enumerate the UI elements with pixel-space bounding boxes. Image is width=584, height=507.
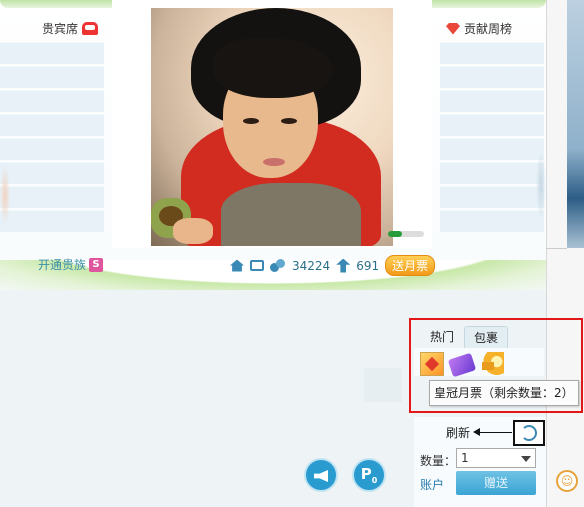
- rank-slot[interactable]: [440, 162, 544, 184]
- vip-seat-slot[interactable]: [0, 186, 104, 208]
- vip-seat-slot[interactable]: [0, 162, 104, 184]
- side-decoration: [0, 165, 10, 225]
- vip-seats-title: 贵宾席: [41, 22, 78, 36]
- sidebar-image: [567, 0, 584, 248]
- highlight-box: [409, 318, 583, 413]
- contribution-rank-list: [440, 42, 544, 234]
- vip-seat-slot[interactable]: [0, 42, 104, 64]
- parking-count: 0: [371, 476, 378, 485]
- vip-seat-slot[interactable]: [0, 90, 104, 112]
- sofa-icon: [82, 22, 98, 35]
- contribution-rank-header: 贡献周榜: [446, 20, 512, 37]
- contribution-rank-title: 贡献周榜: [464, 22, 513, 36]
- vip-seats-panel: 贵宾席: [0, 10, 108, 250]
- ticket-count-icon: [336, 258, 351, 273]
- vip-seats-header: 贵宾席: [42, 20, 98, 37]
- parking-label: P: [360, 465, 372, 483]
- rank-slot[interactable]: [440, 186, 544, 208]
- parking-button[interactable]: P0: [352, 458, 386, 492]
- emoji-icon[interactable]: ☺: [556, 470, 578, 492]
- noble-badge: S: [89, 257, 104, 272]
- contribution-rank-panel: 贡献周榜: [438, 10, 546, 250]
- send-gift-button[interactable]: 赠送: [456, 471, 536, 495]
- fans-icon: [270, 259, 286, 272]
- open-noble-link[interactable]: 开通贵族 S: [38, 256, 104, 273]
- side-decoration: [536, 150, 546, 220]
- vip-seat-slot[interactable]: [0, 210, 104, 232]
- rank-slot[interactable]: [440, 138, 544, 160]
- annotation-arrow: [476, 432, 512, 433]
- quantity-value: 1: [461, 451, 469, 465]
- live-video[interactable]: [151, 8, 393, 246]
- account-link[interactable]: 账户: [420, 476, 444, 493]
- horn-button[interactable]: [304, 458, 338, 492]
- refresh-label: 刷新: [446, 426, 471, 440]
- signal-indicator: [388, 231, 424, 237]
- vip-seat-slot[interactable]: [0, 138, 104, 160]
- refresh-icon: [521, 425, 537, 441]
- room-info-bar: 34224 691 送月票: [230, 255, 436, 276]
- chevron-down-icon: [521, 456, 531, 462]
- home-icon[interactable]: [230, 259, 244, 272]
- rank-slot[interactable]: [440, 114, 544, 136]
- quantity-select[interactable]: 1: [456, 448, 536, 468]
- horn-icon: [314, 470, 328, 482]
- rank-slot[interactable]: [440, 210, 544, 232]
- rank-slot[interactable]: [440, 42, 544, 64]
- open-noble-label: 开通贵族: [38, 258, 87, 272]
- picture-icon[interactable]: [250, 260, 264, 271]
- refresh-button[interactable]: [513, 420, 545, 446]
- annotation-arrow-head: [473, 428, 480, 436]
- vip-seat-slot[interactable]: [0, 114, 104, 136]
- fans-count: 34224: [292, 258, 331, 273]
- rank-slot[interactable]: [440, 90, 544, 112]
- video-area: [112, 0, 432, 248]
- quantity-label: 数量：: [420, 454, 457, 468]
- ticket-count: 691: [356, 258, 380, 273]
- rank-slot[interactable]: [440, 66, 544, 88]
- gem-icon: [446, 22, 460, 35]
- vip-seat-slot[interactable]: [0, 66, 104, 88]
- send-ticket-button[interactable]: 送月票: [385, 255, 436, 276]
- vip-seat-list: [0, 42, 104, 234]
